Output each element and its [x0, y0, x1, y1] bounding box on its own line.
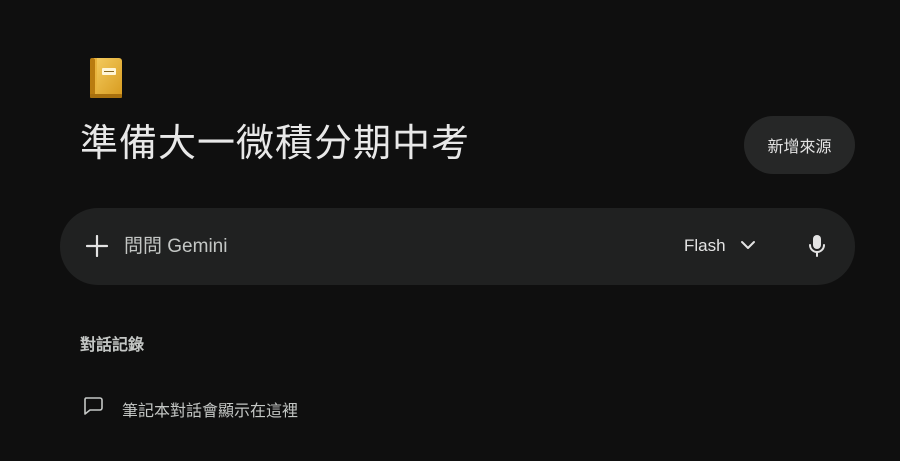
model-selected-label: Flash	[684, 236, 726, 255]
model-selector[interactable]: Flash	[684, 230, 756, 262]
prompt-input[interactable]	[124, 232, 604, 262]
plus-icon[interactable]	[82, 231, 112, 261]
notebook-icon	[86, 56, 126, 100]
chat-bubble-icon	[82, 396, 104, 421]
prompt-bar: Flash	[60, 208, 855, 285]
notebook-page: 準備大一微積分期中考 新增來源 Flash 對話記錄	[0, 0, 900, 461]
notebook-title: 準備大一微積分期中考	[80, 123, 471, 165]
chevron-down-icon	[740, 237, 756, 255]
history-heading: 對話記錄	[80, 337, 145, 354]
history-empty-message: 筆記本對話會顯示在這裡	[122, 402, 299, 420]
add-source-button[interactable]: 新增來源	[744, 116, 855, 174]
mic-icon[interactable]	[802, 231, 832, 261]
history-empty-item: 筆記本對話會顯示在這裡	[82, 396, 298, 421]
